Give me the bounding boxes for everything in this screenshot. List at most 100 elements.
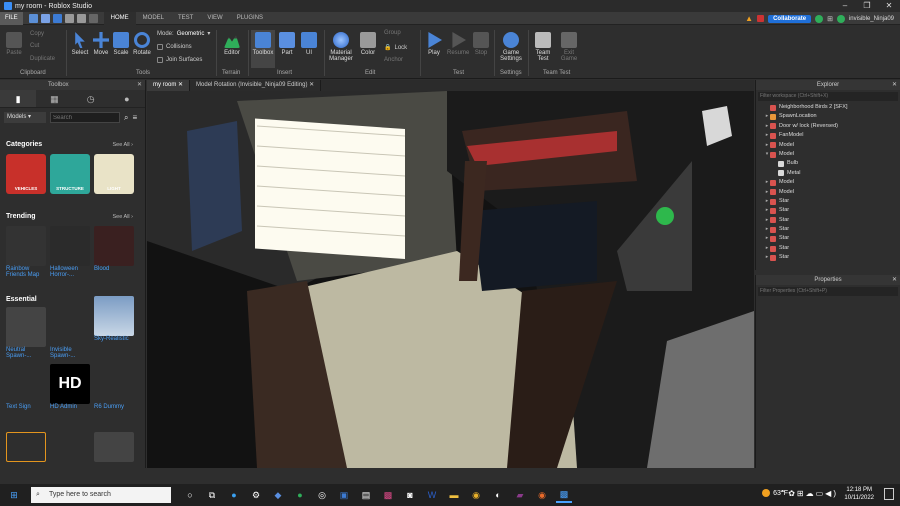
explorer-tree-item[interactable]: ▸ Star <box>756 244 900 253</box>
terrain-editor-button[interactable]: Editor <box>221 32 243 56</box>
toolbox-item[interactable]: HD HD Admin <box>50 364 90 410</box>
rotate-tool-button[interactable]: Rotate <box>132 32 152 56</box>
category-vehicles[interactable]: VEHICLES <box>6 154 46 194</box>
explorer-tree-item[interactable]: Metal <box>756 169 900 178</box>
close-icon[interactable]: ✕ <box>892 275 897 285</box>
tab-inventory[interactable]: ▮ <box>0 90 37 107</box>
close-icon[interactable]: ✕ <box>892 80 897 90</box>
duplicate-button[interactable]: Duplicate <box>30 56 55 62</box>
steam-icon[interactable]: ◐ <box>490 487 506 503</box>
explorer-tree-item[interactable]: ▸ FanModel <box>756 131 900 140</box>
explorer-tree-item[interactable]: ▸ Model <box>756 178 900 187</box>
maximize-button[interactable]: ❐ <box>856 0 878 12</box>
notifications-icon[interactable] <box>884 488 894 500</box>
explorer-tree-item[interactable]: ▸ Door w/ lock (Reversed) <box>756 122 900 131</box>
toolbox-item[interactable] <box>6 432 46 462</box>
tab-model[interactable]: MODEL <box>136 12 171 25</box>
tab-model-rotation[interactable]: Model Rotation (Invisible_Ninja09 Editin… <box>190 80 322 91</box>
file-explorer-icon[interactable]: ▬ <box>446 487 462 503</box>
file-menu[interactable]: FILE <box>0 11 23 25</box>
group-button[interactable]: Group <box>384 30 401 36</box>
tab-marketplace[interactable]: ▦ <box>36 90 72 107</box>
category-structure[interactable]: STRUCTURE <box>50 154 90 194</box>
xbox-icon[interactable]: ● <box>292 487 308 503</box>
widgets-icon[interactable]: ⧉ <box>204 487 220 503</box>
trending-item[interactable]: Halloween Horror-... <box>50 226 90 278</box>
stop-button[interactable]: Stop <box>472 32 490 56</box>
collaborate-button[interactable]: Collaborate <box>768 14 812 23</box>
redo-icon[interactable] <box>76 13 86 23</box>
anchor-button[interactable]: Anchor <box>384 57 403 63</box>
collaborator-avatar-icon[interactable] <box>815 14 824 23</box>
username-label[interactable]: invisible_Ninja09 <box>849 16 894 22</box>
settings-icon[interactable]: ⚙ <box>248 487 264 503</box>
roblox-studio-taskbar-icon[interactable]: ▩ <box>556 487 572 503</box>
paint-icon[interactable]: ▩ <box>380 487 396 503</box>
categories-see-all-link[interactable]: See All › <box>113 142 133 148</box>
explorer-tree-item[interactable]: Neighborhood Birds 2 [SFX] <box>756 103 900 112</box>
category-light[interactable]: LIGHT <box>94 154 134 194</box>
close-icon[interactable]: ✕ <box>178 82 183 88</box>
scale-tool-button[interactable]: Scale <box>111 32 131 56</box>
tab-home[interactable]: HOME <box>103 11 136 25</box>
essential-item[interactable]: Sky-Realistic <box>94 296 134 342</box>
toolbox-item[interactable] <box>50 432 90 462</box>
undo-icon[interactable] <box>64 13 74 23</box>
essential-item[interactable]: Invisible Spawn-... <box>50 307 90 359</box>
explorer-tree-item[interactable]: Bulb <box>756 159 900 168</box>
explorer-tree-item[interactable]: ▸ Star <box>756 225 900 234</box>
search-icon[interactable]: ⌕ <box>124 113 128 123</box>
move-tool-button[interactable]: Move <box>91 32 111 56</box>
explorer-tree-item[interactable]: ▸ Star <box>756 234 900 243</box>
properties-filter-input[interactable]: Filter Properties (Ctrl+Shift+P) <box>758 287 898 296</box>
tab-test[interactable]: TEST <box>171 12 200 25</box>
minimize-button[interactable]: – <box>834 0 856 12</box>
cut-button[interactable]: Cut <box>30 43 39 49</box>
mode-dropdown[interactable]: Mode: Geometric ▾ <box>157 30 210 38</box>
ui-button[interactable]: UI <box>300 32 318 56</box>
close-icon[interactable]: ✕ <box>137 80 142 90</box>
tab-view[interactable]: VIEW <box>200 12 229 25</box>
explorer-tree-item[interactable]: ▸ Star <box>756 216 900 225</box>
start-button[interactable]: ⊞ <box>6 487 22 503</box>
filter-icon[interactable]: ≡ <box>132 113 137 122</box>
explorer-tree-item[interactable]: ▸ SpawnLocation <box>756 112 900 121</box>
tab-creations[interactable]: ● <box>109 90 145 107</box>
select-tool-button[interactable]: Select <box>70 32 90 56</box>
resume-button[interactable]: Resume <box>447 32 469 56</box>
explorer-tree-item[interactable]: ▸ Star <box>756 197 900 206</box>
tab-recent[interactable]: ◷ <box>73 90 109 107</box>
copy-button[interactable]: Copy <box>30 31 44 37</box>
explorer-filter-input[interactable]: Filter workspace (Ctrl+Shift+X) <box>758 92 898 101</box>
app-icon[interactable]: ▰ <box>512 487 528 503</box>
toolbox-button[interactable]: Toolbox <box>251 30 275 68</box>
clock[interactable]: 12:18 PM 10/11/2022 <box>844 486 874 502</box>
paste-button[interactable]: Paste <box>6 32 22 56</box>
trending-item[interactable]: Rainbow Friends Map <box>6 226 46 278</box>
app-icon[interactable]: ◎ <box>314 487 330 503</box>
trending-see-all-link[interactable]: See All › <box>113 214 133 220</box>
tab-plugins[interactable]: PLUGINS <box>230 12 270 25</box>
app-icon[interactable]: ◆ <box>270 487 286 503</box>
chrome-icon[interactable]: ◉ <box>468 487 484 503</box>
share-icon[interactable]: ⊞ <box>827 15 833 23</box>
3d-viewport[interactable] <box>147 91 754 468</box>
essential-item[interactable]: Neutral Spawn-... <box>6 295 46 359</box>
toolbox-item[interactable]: R6 Dummy <box>94 364 134 410</box>
toolbox-search-input[interactable] <box>50 112 120 123</box>
join-surfaces-toggle[interactable]: Join Surfaces <box>157 57 202 63</box>
explorer-tree-item[interactable]: ▸ Star <box>756 206 900 215</box>
task-view-icon[interactable]: ○ <box>182 487 198 503</box>
part-button[interactable]: Part <box>278 32 296 56</box>
word-icon[interactable]: W <box>424 487 440 503</box>
new-icon[interactable] <box>28 13 38 23</box>
exit-game-button[interactable]: Exit Game <box>558 32 580 62</box>
edge-icon[interactable]: ● <box>226 487 242 503</box>
toolbox-item[interactable]: Text Sign <box>6 364 46 410</box>
close-icon[interactable]: ✕ <box>309 82 314 88</box>
collisions-toggle[interactable]: Collisions <box>157 44 192 50</box>
explorer-tree-item[interactable]: ▸ Star <box>756 253 900 262</box>
alert-icon[interactable] <box>757 15 765 22</box>
close-window-button[interactable]: ✕ <box>878 0 900 12</box>
toolbox-item[interactable] <box>94 432 134 462</box>
